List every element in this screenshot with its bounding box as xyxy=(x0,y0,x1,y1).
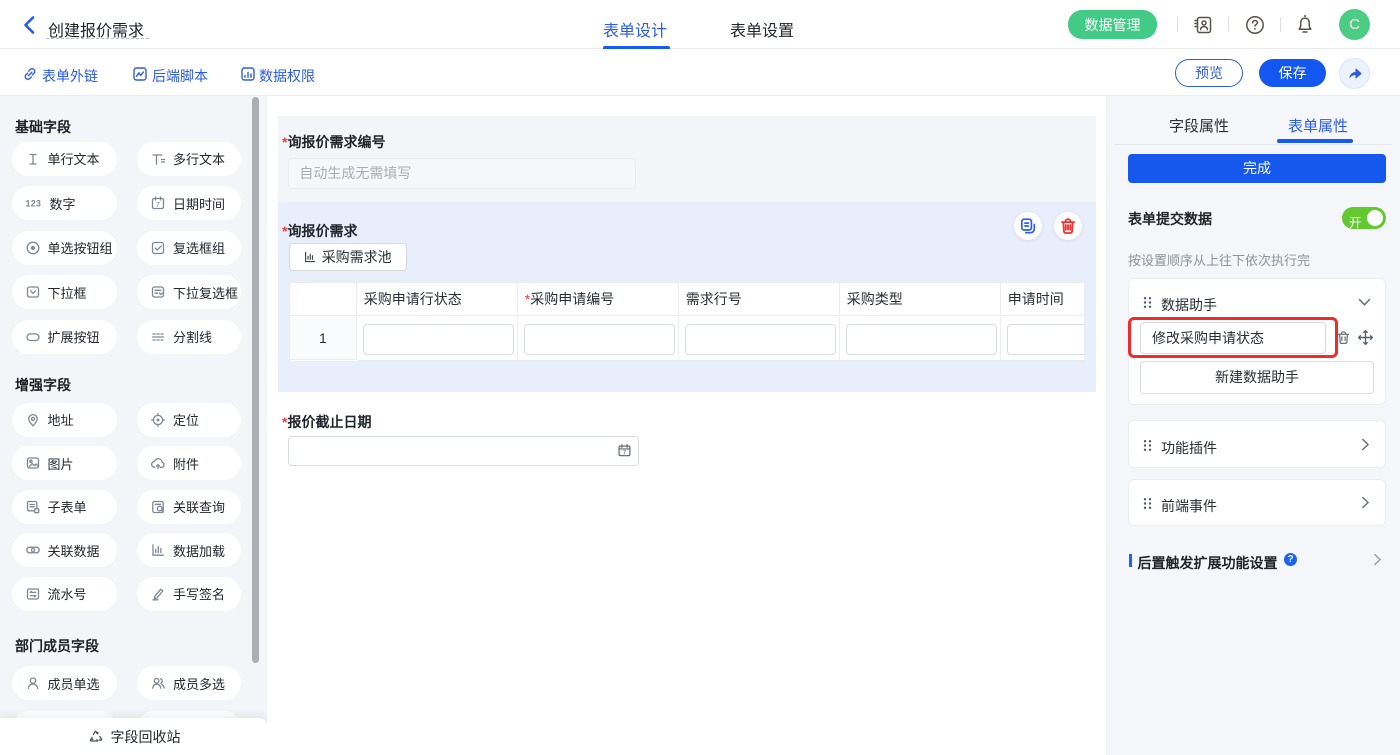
svg-text:123: 123 xyxy=(25,199,41,209)
svg-text:7: 7 xyxy=(156,202,160,209)
